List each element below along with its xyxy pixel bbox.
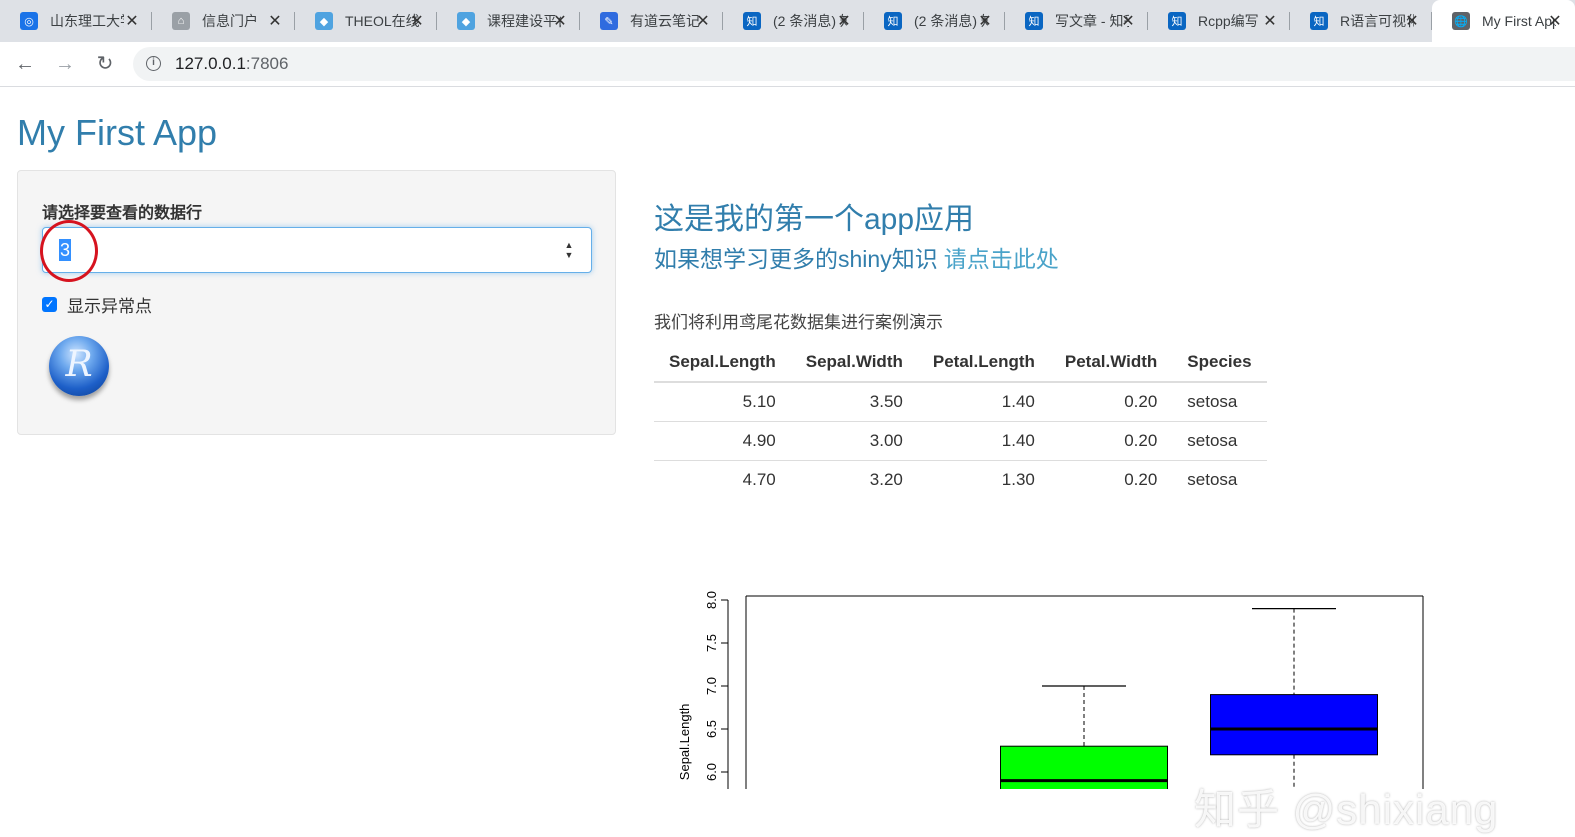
tab-close-icon[interactable]: ✕ [834,11,854,31]
tab-close-icon[interactable]: ✕ [975,11,995,31]
tab-favicon-icon: 🌐 [1452,12,1470,30]
table-column-header: Species [1172,343,1267,383]
number-spinner[interactable]: ▲ ▼ [561,240,577,262]
browser-tab[interactable]: 知 R语言可视化 ✕ [1290,0,1432,42]
shiny-help-link[interactable]: 请点击此处 [944,246,1059,272]
tab-close-icon[interactable]: ✕ [1260,11,1280,31]
table-cell: 5.10 [654,381,791,421]
table-cell: 0.20 [1049,381,1173,421]
tab-favicon-icon: 知 [743,12,761,30]
y-tick-label: 7.5 [704,634,719,652]
sub-heading: 如果想学习更多的shiny知识 请点击此处 [654,240,1059,274]
tab-favicon-icon: ◆ [315,12,333,30]
browser-tab[interactable]: 知 Rcpp编写 ✕ [1148,0,1290,42]
url-host: 127.0.0.1 [175,54,246,73]
table-cell: 1.40 [917,420,1050,460]
table-cell: 0.20 [1049,420,1173,460]
table-cell: 4.70 [654,459,791,499]
browser-tab[interactable]: ⌂ 信息门户 ✕ [152,0,295,42]
table-column-header: Petal.Length [917,343,1050,383]
table-cell: setosa [1172,459,1267,499]
red-annotation-circle [40,220,98,282]
sub-heading-text: 如果想学习更多的shiny知识 [654,246,938,272]
tab-close-icon[interactable]: ✕ [1118,11,1138,31]
spinner-down-icon[interactable]: ▼ [561,250,577,260]
y-tick-label: 7.0 [704,677,719,695]
tab-favicon-icon: ✎ [600,12,618,30]
table-cell: 1.30 [917,459,1050,499]
tab-favicon-icon: 知 [1025,12,1043,30]
outliers-checkbox-label[interactable]: 显示异常点 [67,292,152,317]
table-cell: 0.20 [1049,459,1173,499]
tab-close-icon[interactable]: ✕ [407,11,427,31]
tab-close-icon[interactable]: ✕ [1402,11,1422,31]
table-cell: 3.20 [790,459,918,499]
table-header-row: Sepal.Length Sepal.Width Petal.Length Petal… [654,343,1267,383]
box-body [1000,745,1168,789]
table-row: 4.90 3.00 1.40 0.20 setosa [654,420,1267,460]
browser-tab[interactable]: 知(2 条消息) 知乎✕ [864,0,1005,42]
y-tick-label: 6.5 [704,720,719,738]
r-logo: R [49,336,109,396]
browser-tab[interactable]: ◆课程建设平台✕ [437,0,580,42]
row-count-input[interactable]: 3 ▲ ▼ [42,227,592,273]
r-logo-letter: R [65,344,93,385]
table-column-header: Petal.Width [1049,343,1173,383]
table-cell: 3.50 [790,381,918,421]
sidebar-panel: 请选择要查看的数据行 3 ▲ ▼ ✓ 显示异常点 R [17,170,616,435]
url-port: :7806 [245,54,289,73]
spinner-up-icon[interactable]: ▲ [561,240,577,250]
main-heading: 这是我的第一个app应用 [654,203,975,236]
tab-favicon-icon: 知 [884,12,902,30]
browser-tab[interactable]: ◆THEOL在线教育✕ [295,0,437,42]
table-cell: setosa [1172,420,1267,460]
table-cell: 4.90 [654,420,791,460]
outliers-checkbox-row[interactable]: ✓ 显示异常点 [42,292,152,317]
table-cell: 1.40 [917,381,1050,421]
y-axis-label: Sepal.Length [677,704,692,781]
browser-toolbar: ← → ↻ i 127.0.0.1:7806 [0,42,1575,87]
browser-tab[interactable]: ◎ 山东理工大学✕ [0,0,152,42]
box-body [1210,694,1378,756]
zhihu-watermark: 知乎 @shixiang [1194,786,1499,833]
tab-title: 山东理工大学 [50,13,124,29]
tab-close-icon[interactable]: ✕ [550,11,570,31]
app-title: My First App [17,112,218,153]
boxplot-chart: 6.0 6.5 7.0 7.5 8.0 Sepal.Length [677,591,1424,789]
site-info-icon[interactable]: i [146,56,161,71]
url-text: 127.0.0.1:7806 [175,54,288,74]
address-bar[interactable]: i 127.0.0.1:7806 [133,47,1575,81]
table-cell: 3.00 [790,420,918,460]
table-cell: setosa [1172,381,1267,421]
back-arrow-icon[interactable]: ← [12,51,38,77]
browser-tab[interactable]: 🌐 My First App ✕ [1432,0,1575,42]
tab-favicon-icon: ◎ [20,12,38,30]
outliers-checkbox[interactable]: ✓ [42,297,57,312]
forward-arrow-icon[interactable]: → [52,51,78,77]
table-column-header: Sepal.Width [790,343,918,383]
page-content: My First App 请选择要查看的数据行 3 ▲ ▼ ✓ 显示异常点 R … [0,88,1575,833]
tab-strip: ◎山东理工大学✕⌂信息门户✕◆THEOL在线教育✕◆课程建设平台✕✎有道云笔记✕… [0,0,1575,42]
y-tick-label: 8.0 [704,591,719,609]
table-row: 4.70 3.20 1.30 0.20 setosa [654,459,1267,499]
iris-table: Sepal.Length Sepal.Width Petal.Length Petal… [654,343,1267,499]
tab-close-icon[interactable]: ✕ [693,11,713,31]
table-row: 5.10 3.50 1.40 0.20 setosa [654,381,1267,421]
y-tick-label: 6.0 [704,763,719,781]
tab-favicon-icon: 知 [1168,12,1186,30]
tab-close-icon[interactable]: ✕ [1545,11,1565,31]
tab-favicon-icon: ◆ [457,12,475,30]
reload-icon[interactable]: ↻ [92,51,118,77]
tab-close-icon[interactable]: ✕ [265,11,285,31]
browser-tab[interactable]: 知(2 条消息) 知乎✕ [723,0,864,42]
intro-text: 我们将利用鸢尾花数据集进行案例演示 [654,313,943,332]
tab-close-icon[interactable]: ✕ [122,11,142,31]
tab-favicon-icon: ⌂ [172,12,190,30]
browser-tab[interactable]: 知写文章 - 知乎✕ [1005,0,1148,42]
tab-favicon-icon: 知 [1310,12,1328,30]
browser-tab[interactable]: ✎ 有道云笔记 ✕ [580,0,723,42]
table-column-header: Sepal.Length [654,343,791,383]
